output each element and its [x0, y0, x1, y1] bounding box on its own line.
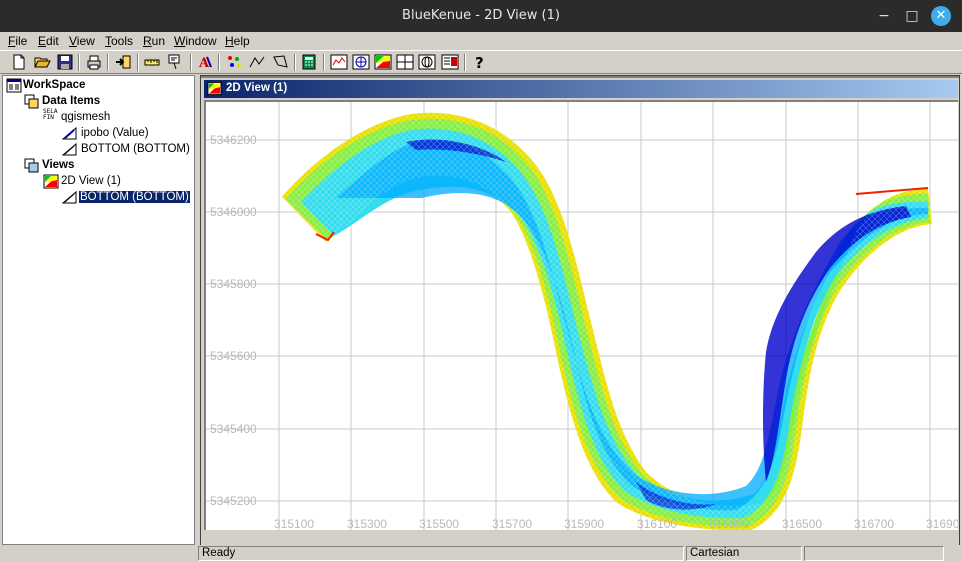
probe-icon[interactable] — [166, 53, 184, 71]
open-folder-icon[interactable] — [33, 53, 51, 71]
2d-view-icon — [43, 174, 59, 189]
2d-view-icon[interactable] — [374, 53, 392, 71]
2d-view-icon — [207, 81, 222, 96]
window-title: BlueKenue - 2D View (1) — [402, 8, 560, 23]
status-extra — [804, 546, 944, 561]
y-tick-label: 5345800 — [210, 277, 257, 291]
tree-views[interactable]: Views — [42, 159, 74, 171]
selafin-icon: SELA FIN — [43, 108, 58, 121]
tree-mesh[interactable]: qgismesh — [61, 111, 110, 123]
menu-bar: File Edit View Tools Run Window Help — [0, 32, 962, 50]
save-icon[interactable] — [56, 53, 74, 71]
y-tick-label: 5346000 — [210, 205, 257, 219]
menu-file[interactable]: File — [8, 34, 27, 48]
toolbar-separator — [78, 54, 80, 71]
y-tick-label: 5345600 — [210, 349, 257, 363]
svg-text:?: ? — [475, 54, 484, 71]
toolbar-separator — [190, 54, 192, 71]
polygon-tool-icon[interactable] — [271, 53, 289, 71]
workspace-icon — [6, 78, 22, 93]
maximize-button[interactable]: □ — [902, 6, 922, 26]
data-items-icon — [24, 94, 40, 109]
points-icon[interactable] — [225, 53, 243, 71]
status-bar: Ready Cartesian — [0, 545, 962, 562]
new-file-icon[interactable] — [10, 53, 28, 71]
tree-ipobo[interactable]: ipobo (Value) — [81, 127, 149, 139]
variable-icon — [61, 142, 78, 157]
x-tick-label: 315900 — [564, 517, 604, 530]
x-tick-label: 315300 — [347, 517, 387, 530]
toolbar-separator — [137, 54, 139, 71]
map-plot[interactable]: 5346200 5346000 5345800 5345600 5345400 … — [204, 100, 958, 530]
x-tick-label: 316100 — [637, 517, 677, 530]
workspace-tree[interactable]: WorkSpace Data Items SELA FIN qgismesh i… — [2, 75, 195, 545]
3d-view-icon[interactable] — [352, 53, 370, 71]
properties-icon[interactable] — [441, 53, 459, 71]
menu-run[interactable]: Run — [143, 34, 165, 48]
line-tool-icon[interactable] — [248, 53, 266, 71]
variable-icon — [61, 126, 78, 141]
calculator-icon[interactable] — [300, 53, 318, 71]
toolbar-separator — [107, 54, 109, 71]
status-coordinates: Cartesian — [686, 546, 802, 561]
title-bar[interactable]: BlueKenue - 2D View (1) − □ ✕ — [0, 0, 962, 32]
toolbar: A ? — [0, 50, 962, 74]
y-tick-label: 5346200 — [210, 133, 257, 147]
y-tick-label: 5345400 — [210, 422, 257, 436]
toolbar-separator — [294, 54, 296, 71]
views-icon — [24, 158, 40, 173]
menu-window[interactable]: Window — [174, 34, 217, 48]
mesh-canvas[interactable]: 5346200 5346000 5345800 5345600 5345400 … — [206, 102, 958, 530]
horizontal-scrollbar[interactable] — [201, 531, 959, 545]
menu-edit[interactable]: Edit — [38, 34, 59, 48]
toolbar-separator — [323, 54, 325, 71]
minimize-button[interactable]: − — [874, 6, 894, 26]
text-tool-icon[interactable]: A — [196, 53, 214, 71]
tree-bottom[interactable]: BOTTOM (BOTTOM) — [81, 143, 190, 155]
variable-icon — [61, 190, 78, 205]
bluekenue-window: BlueKenue - 2D View (1) − □ ✕ File Edit … — [0, 0, 962, 562]
ruler-icon[interactable] — [143, 53, 161, 71]
x-tick-label: 316300 — [709, 517, 749, 530]
print-icon[interactable] — [85, 53, 103, 71]
toolbar-separator — [218, 54, 220, 71]
import-icon[interactable] — [114, 53, 132, 71]
tree-workspace[interactable]: WorkSpace — [23, 79, 85, 91]
menu-help[interactable]: Help — [225, 34, 250, 48]
view-title: 2D View (1) — [226, 82, 288, 94]
profile-view-icon[interactable] — [330, 53, 348, 71]
grid-view-icon[interactable] — [396, 53, 414, 71]
status-ready: Ready — [198, 546, 684, 561]
view-title-bar[interactable]: 2D View (1) — [204, 80, 958, 98]
tree-data-items[interactable]: Data Items — [42, 95, 100, 107]
globe-view-icon[interactable] — [418, 53, 436, 71]
close-button[interactable]: ✕ — [931, 6, 951, 26]
x-tick-label: 315100 — [274, 517, 314, 530]
menu-view[interactable]: View — [69, 34, 95, 48]
help-icon[interactable]: ? — [471, 53, 489, 72]
toolbar-separator — [464, 54, 466, 71]
x-tick-label: 316500 — [782, 517, 822, 530]
x-tick-label: 316700 — [854, 517, 894, 530]
x-tick-label: 315700 — [492, 517, 532, 530]
x-tick-label: 315500 — [419, 517, 459, 530]
menu-tools[interactable]: Tools — [105, 34, 133, 48]
tree-view-bottom[interactable]: BOTTOM (BOTTOM) — [78, 190, 191, 204]
river-mesh — [282, 112, 932, 530]
tree-view-2d[interactable]: 2D View (1) — [61, 175, 121, 187]
x-tick-label: 31690 — [926, 517, 958, 530]
y-tick-label: 5345200 — [210, 494, 257, 508]
